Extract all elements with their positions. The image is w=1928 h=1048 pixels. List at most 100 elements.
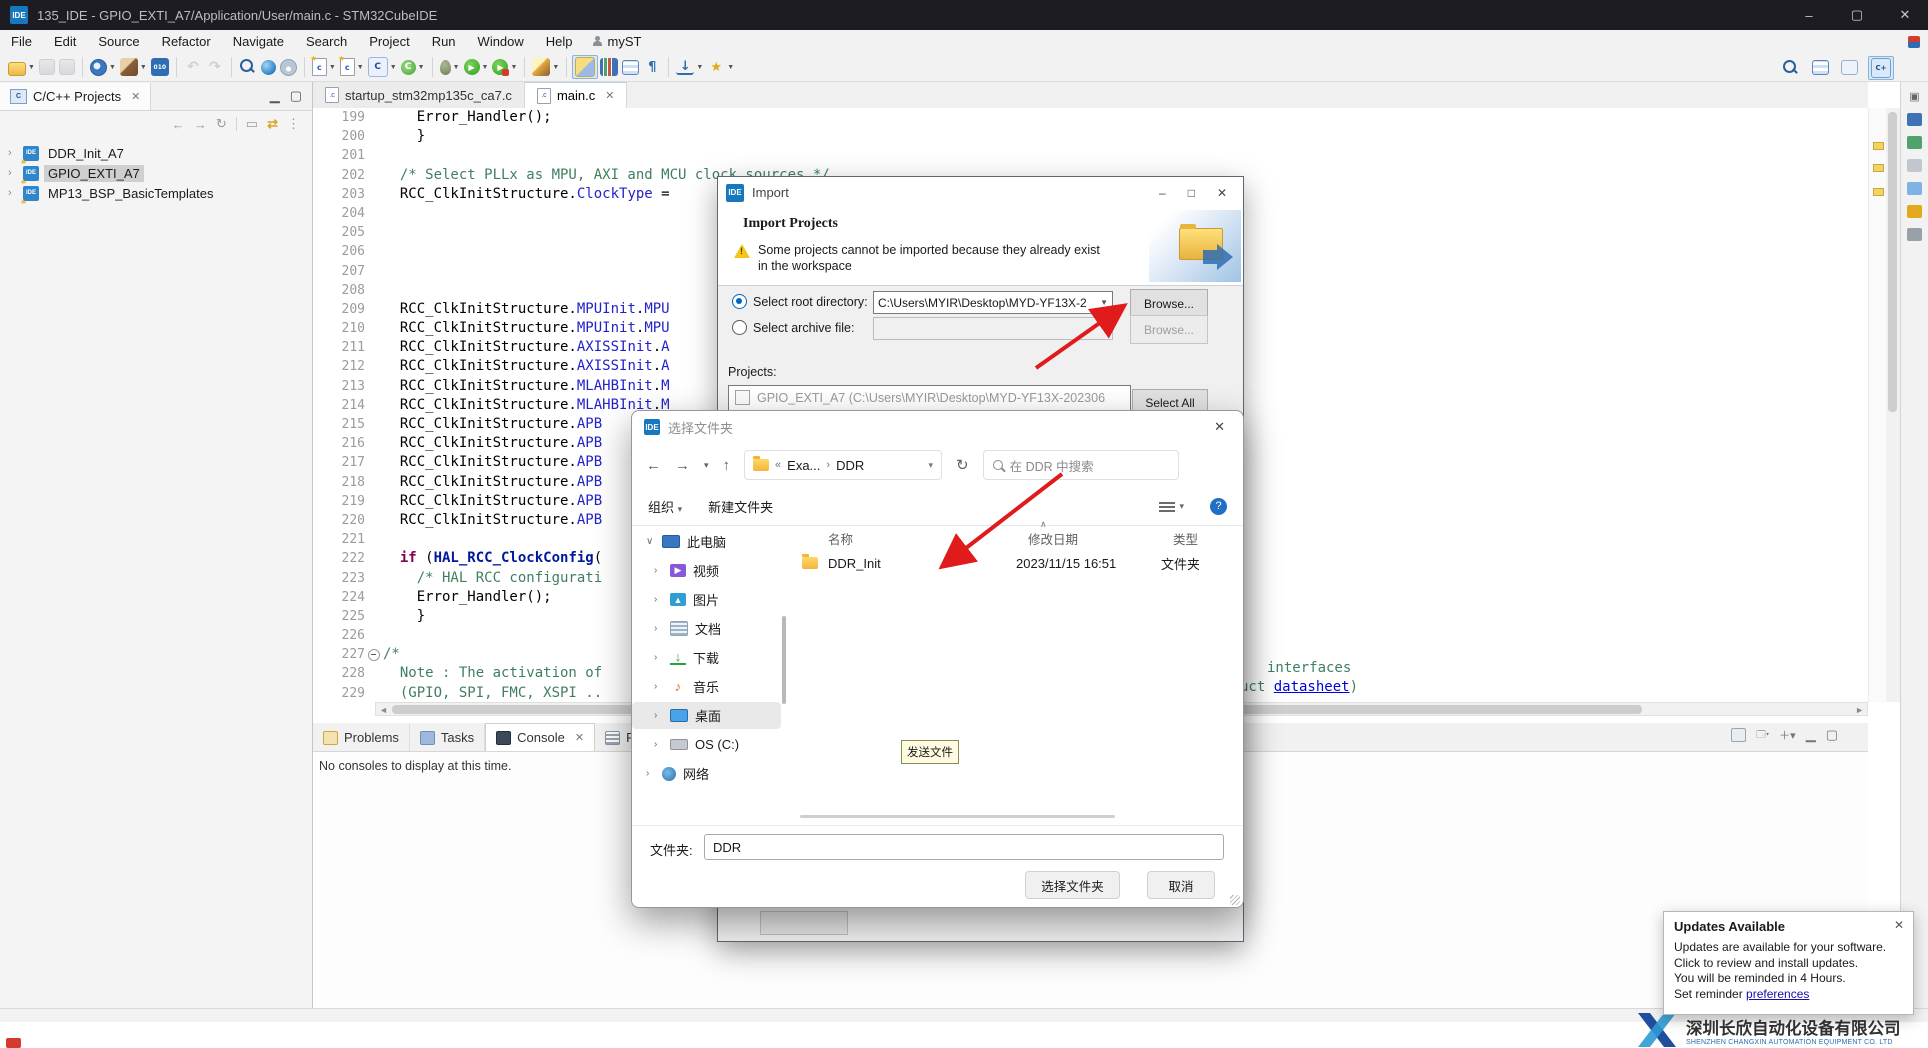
chevron-down-icon[interactable]: ▼ bbox=[453, 64, 460, 71]
save-all-button[interactable] bbox=[57, 58, 77, 76]
scrollbar-thumb[interactable] bbox=[1888, 112, 1897, 412]
menu-help[interactable]: Help bbox=[535, 34, 584, 49]
run-button[interactable]: ▼ bbox=[462, 58, 491, 76]
build-config-button[interactable]: ▼ bbox=[88, 58, 118, 77]
save-button[interactable] bbox=[37, 58, 57, 76]
chevron-right-icon[interactable]: › bbox=[654, 739, 663, 750]
show-table-button[interactable] bbox=[620, 59, 641, 76]
myst-account-button[interactable]: myST bbox=[592, 34, 642, 49]
undo-button[interactable] bbox=[182, 57, 204, 77]
fold-collapse-icon[interactable] bbox=[368, 649, 380, 661]
editor-tab-main.c[interactable]: .cmain.c✕ bbox=[525, 82, 628, 108]
chevron-down-icon[interactable]: ▼ bbox=[727, 64, 734, 71]
tree-scrollbar[interactable] bbox=[782, 616, 786, 704]
chevron-right-icon[interactable]: › bbox=[8, 187, 18, 199]
tree-item-computer[interactable]: ∨此电脑 bbox=[632, 528, 781, 555]
sidebar-item-ddr_init_a7[interactable]: ›IDEDDR_Init_A7 bbox=[0, 143, 312, 163]
organize-button[interactable]: 组织 ▾ bbox=[648, 497, 682, 516]
menu-edit[interactable]: Edit bbox=[43, 34, 87, 49]
new-folder-button[interactable]: 新建文件夹 bbox=[708, 497, 773, 516]
chevron-down-icon[interactable]: ▼ bbox=[510, 64, 517, 71]
cancel-button[interactable]: 取消 bbox=[1147, 871, 1215, 899]
pin-console-icon[interactable]: ＋▾ bbox=[1779, 727, 1796, 743]
project-checkbox[interactable] bbox=[735, 390, 750, 405]
back-icon[interactable]: ← bbox=[172, 117, 185, 132]
chevron-down-icon[interactable]: ▼ bbox=[140, 64, 147, 71]
search-input[interactable]: 在 DDR 中搜索 bbox=[983, 450, 1179, 480]
help-icon[interactable]: ? bbox=[1210, 498, 1227, 515]
fast-view-icon[interactable] bbox=[1907, 136, 1922, 149]
scroll-right-icon[interactable]: ► bbox=[1855, 705, 1864, 715]
annotations-button[interactable] bbox=[598, 57, 620, 77]
breadcrumb-prefix[interactable]: « bbox=[775, 459, 781, 471]
chevron-down-icon[interactable]: ▼ bbox=[109, 64, 116, 71]
browse-root-button[interactable]: Browse... bbox=[1130, 289, 1208, 318]
external-tools-button[interactable] bbox=[259, 59, 278, 76]
run-external-button[interactable]: ▼ bbox=[490, 58, 519, 76]
dialog-close-icon[interactable]: ✕ bbox=[1217, 186, 1227, 200]
chevron-down-icon[interactable]: ▼ bbox=[28, 64, 35, 71]
menu-navigate[interactable]: Navigate bbox=[222, 34, 295, 49]
root-directory-radio[interactable] bbox=[732, 294, 747, 309]
choose-folder-button[interactable]: 选择文件夹 bbox=[1025, 871, 1120, 899]
open-perspective-button[interactable] bbox=[1839, 59, 1860, 76]
column-name[interactable]: 名称 bbox=[828, 529, 1028, 548]
recent-locations-icon[interactable]: ▾ bbox=[704, 460, 709, 471]
sidebar-item-gpio_exti_a7[interactable]: ›IDEGPIO_EXTI_A7 bbox=[0, 163, 312, 183]
chevron-down-icon[interactable]: ▼ bbox=[390, 64, 397, 71]
up-icon[interactable]: ↑ bbox=[723, 457, 731, 474]
bookmark-button[interactable]: ▼ bbox=[705, 57, 736, 77]
import-dialog-titlebar[interactable]: IDE Import – □ ✕ bbox=[718, 177, 1243, 208]
maximize-button[interactable]: ▢ bbox=[1834, 0, 1880, 30]
forward-icon[interactable]: → bbox=[194, 117, 207, 132]
close-icon[interactable]: ✕ bbox=[131, 90, 140, 103]
chevron-down-icon[interactable]: ▼ bbox=[552, 64, 559, 71]
tree-item-network[interactable]: ›网络 bbox=[632, 760, 781, 787]
editor-vertical-scrollbar[interactable] bbox=[1886, 108, 1900, 702]
project-list-item[interactable]: GPIO_EXTI_A7 (C:\Users\MYIR\Desktop\MYD-… bbox=[729, 386, 1130, 409]
breadcrumb-item[interactable]: Exa... bbox=[787, 458, 820, 473]
binary-view-button[interactable] bbox=[149, 57, 171, 77]
chevron-down-icon[interactable]: ▼ bbox=[329, 64, 336, 71]
new-cpp-file-button[interactable]: ▼ bbox=[338, 57, 366, 77]
sidebar-item-mp13_bsp_basictemplates[interactable]: ›IDEMP13_BSP_BasicTemplates bbox=[0, 183, 312, 203]
fast-view-icon[interactable] bbox=[1907, 182, 1922, 195]
chevron-down-icon[interactable]: ▼ bbox=[482, 64, 489, 71]
menu-source[interactable]: Source bbox=[87, 34, 150, 49]
open-console-icon[interactable] bbox=[1731, 728, 1746, 742]
chevron-right-icon[interactable]: › bbox=[654, 652, 663, 663]
menu-search[interactable]: Search bbox=[295, 34, 358, 49]
folder-name-input[interactable]: DDR bbox=[704, 834, 1224, 860]
file-list-scrollbar[interactable] bbox=[800, 815, 1115, 818]
minimize-view-icon[interactable]: ▁ bbox=[270, 88, 280, 104]
chevron-right-icon[interactable]: › bbox=[646, 768, 655, 779]
chevron-down-icon[interactable]: ▼ bbox=[418, 64, 425, 71]
profiler-button[interactable] bbox=[278, 58, 299, 77]
chevron-right-icon[interactable]: › bbox=[654, 623, 663, 634]
new-c-file-button[interactable]: ▼ bbox=[310, 57, 338, 77]
search-button[interactable] bbox=[237, 57, 259, 77]
chevron-right-icon[interactable]: › bbox=[654, 565, 663, 576]
display-selected-console-icon[interactable]: 🗔▾ bbox=[1756, 727, 1769, 743]
cpp-perspective-button[interactable] bbox=[1868, 56, 1894, 80]
debug-button[interactable]: ▼ bbox=[438, 59, 462, 76]
fast-view-icon[interactable] bbox=[1907, 205, 1922, 218]
import-dialog-partial-button[interactable] bbox=[760, 911, 848, 935]
link-editor-icon[interactable]: ⇄ bbox=[267, 116, 278, 132]
show-whitespace-button[interactable] bbox=[641, 57, 663, 77]
view-mode-button[interactable]: ▾ bbox=[1159, 500, 1184, 512]
collapse-all-icon[interactable]: ▭ bbox=[246, 116, 258, 132]
minimize-panel-icon[interactable]: ▁ bbox=[1806, 727, 1816, 743]
chevron-down-icon[interactable]: ∨ bbox=[646, 536, 655, 547]
preferences-link[interactable]: preferences bbox=[1746, 987, 1809, 1001]
build-button[interactable]: ▼ bbox=[118, 57, 149, 77]
file-dialog-close-icon[interactable]: ✕ bbox=[1214, 419, 1231, 435]
menu-window[interactable]: Window bbox=[467, 34, 535, 49]
chevron-right-icon[interactable]: › bbox=[654, 594, 663, 605]
tree-item-documents[interactable]: ›文档 bbox=[632, 615, 781, 642]
warning-marker[interactable] bbox=[1873, 188, 1884, 196]
column-date[interactable]: 修改日期 bbox=[1028, 529, 1173, 548]
tree-item-music[interactable]: ›♪音乐 bbox=[632, 673, 781, 700]
chevron-right-icon[interactable]: › bbox=[654, 681, 663, 692]
close-button[interactable]: ✕ bbox=[1882, 0, 1928, 30]
